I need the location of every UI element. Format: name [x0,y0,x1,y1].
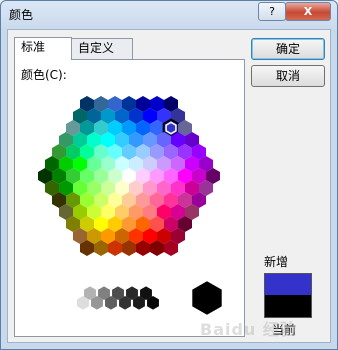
tab-custom[interactable]: 自定义 [71,38,133,59]
watermark: Baidu 经验 [200,320,297,339]
color-hexagon-palette[interactable] [15,60,244,336]
current-color-swatch [264,295,312,318]
tab-standard[interactable]: 标准 [14,37,72,60]
ok-button[interactable]: 确定 [251,38,325,60]
dialog-title: 颜色 [9,8,34,22]
close-button[interactable]: X [285,2,331,21]
cancel-button[interactable]: 取消 [251,65,325,87]
help-button[interactable]: ? [258,2,286,21]
dialog-client-area: 标准 自定义 颜色(C): 确定 取消 新增 当前 [7,29,331,343]
new-color-label: 新增 [264,255,289,269]
standard-tab-panel: 颜色(C): [14,59,245,337]
black-color-cell[interactable] [192,281,222,315]
new-color-swatch [264,273,312,296]
title-bar[interactable]: 颜色 ? X [0,0,338,28]
